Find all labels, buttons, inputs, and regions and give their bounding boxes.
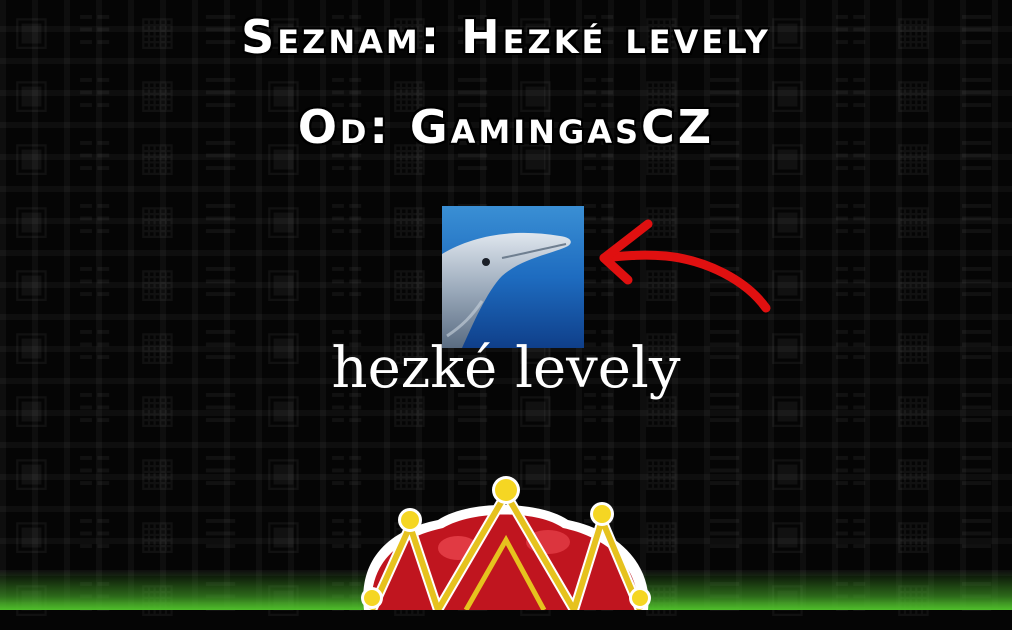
- background-glyph: ▣: [12, 512, 51, 558]
- background-glyph: ☰: [202, 260, 239, 306]
- background-glyph: ▦: [894, 449, 933, 495]
- background-glyph: ☷: [328, 260, 365, 306]
- background-glyph: ☰: [202, 197, 239, 243]
- background-glyph: ▣: [264, 512, 303, 558]
- background-glyph: ☰: [958, 449, 995, 495]
- author-line: Od: GamingasCZ: [297, 100, 715, 154]
- background-glyph: ▦: [138, 197, 177, 243]
- level-caption: hezké levely: [331, 336, 681, 401]
- background-glyph: ☷: [76, 449, 113, 495]
- background-glyph: ▣: [264, 260, 303, 306]
- background-glyph: ☰: [706, 449, 743, 495]
- background-glyph: ▦: [138, 449, 177, 495]
- background-glyph: ☷: [832, 260, 869, 306]
- background-glyph: ☰: [958, 260, 995, 306]
- background-glyph: ☷: [76, 512, 113, 558]
- background-glyph: ▦: [390, 197, 429, 243]
- background-glyph: ☷: [832, 197, 869, 243]
- background-glyph: ☷: [76, 197, 113, 243]
- background-glyph: ▦: [138, 260, 177, 306]
- background-glyph: ☰: [958, 512, 995, 558]
- background-glyph: ☰: [202, 512, 239, 558]
- dolphin-image: [442, 206, 584, 348]
- background-glyph: ▣: [12, 197, 51, 243]
- background-glyph: ▣: [12, 260, 51, 306]
- crown-icon: [361, 476, 651, 610]
- background-glyph: ☷: [832, 512, 869, 558]
- background-glyph: ☷: [832, 449, 869, 495]
- background-glyph: ☷: [76, 260, 113, 306]
- background-glyph: ▦: [390, 260, 429, 306]
- background-glyph: ▣: [12, 449, 51, 495]
- list-title: Seznam: Hezké levely: [241, 10, 771, 64]
- background-glyph: ☰: [202, 449, 239, 495]
- background-glyph: ▦: [138, 512, 177, 558]
- background-glyph: ▦: [894, 512, 933, 558]
- background-glyph: ▦: [894, 197, 933, 243]
- background-glyph: ▣: [264, 197, 303, 243]
- background-glyph: ▣: [768, 512, 807, 558]
- background-glyph: ☰: [706, 512, 743, 558]
- red-arrow-icon: [599, 219, 771, 313]
- background-glyph: ▣: [768, 449, 807, 495]
- background-glyph: ☰: [958, 197, 995, 243]
- level-thumbnail[interactable]: [442, 206, 584, 348]
- background-glyph: ▣: [264, 449, 303, 495]
- background-glyph: ▦: [894, 260, 933, 306]
- background-glyph: ☷: [328, 197, 365, 243]
